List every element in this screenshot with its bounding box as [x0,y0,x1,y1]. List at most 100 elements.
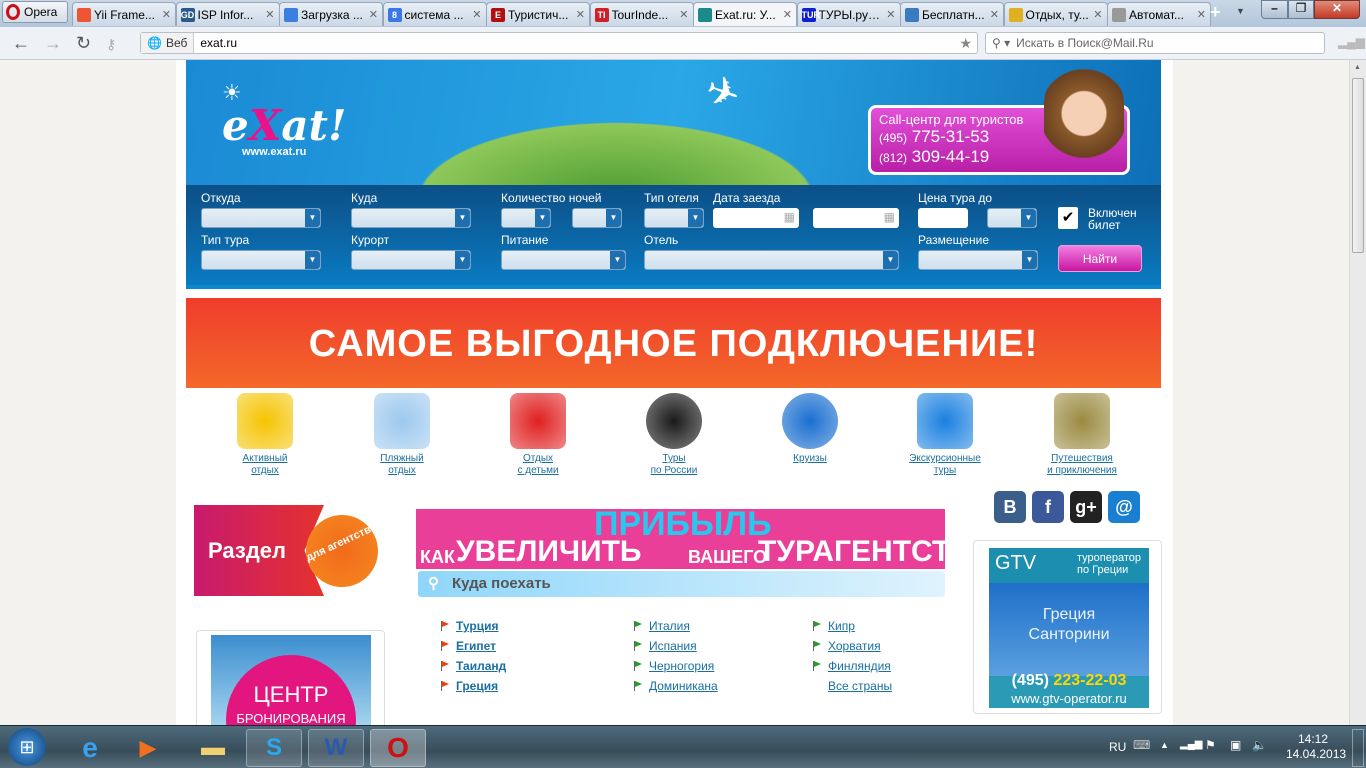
category-link[interactable]: Пляжный отдых [342,453,462,477]
media-player-icon[interactable]: ▶ [120,729,176,767]
hotel-type-select[interactable] [644,208,704,228]
web-badge[interactable]: 🌐 Веб [141,33,195,53]
browser-tab[interactable]: Отдых, ту... ✕ [1003,2,1108,26]
tab-close-icon[interactable]: ✕ [679,8,688,21]
country-link[interactable]: Греция [456,679,498,693]
tab-list-icon[interactable]: ▼ [1236,6,1245,16]
browser-tab[interactable]: 8 система ... ✕ [382,2,487,26]
category-item[interactable]: Отдых с детьми [478,393,598,477]
country-item[interactable]: Греция [441,676,498,696]
tab-close-icon[interactable]: ✕ [1093,8,1102,21]
country-link[interactable]: Испания [649,639,697,653]
browser-tab[interactable]: Загрузка ... ✕ [279,2,383,26]
country-link[interactable]: Доминикана [649,679,718,693]
browser-tab[interactable]: Exat.ru: У... ✕ [693,2,797,26]
explorer-folder-icon[interactable]: ▬ [185,729,241,767]
network-icon[interactable]: ▂▄▆ [1180,739,1202,750]
tab-close-icon[interactable]: ✕ [265,8,274,21]
keyboard-icon[interactable]: ⌨ [1133,738,1150,752]
country-item[interactable]: Все страны [813,676,892,696]
category-item[interactable]: Туры по России [614,393,734,477]
close-window-button[interactable]: ✕ [1314,0,1360,19]
maximize-button[interactable]: ❐ [1288,0,1314,19]
profit-banner[interactable]: КАК УВЕЛИЧИТЬ ПРИБЫЛЬ ВАШЕГО ТУРАГЕНТСТВ… [416,509,945,569]
url-text[interactable]: exat.ru [194,36,959,50]
find-button[interactable]: Найти [1058,245,1142,272]
browser-tab[interactable]: Бесплатн... ✕ [900,2,1004,26]
tab-close-icon[interactable]: ✕ [886,8,895,21]
language-indicator[interactable]: RU [1109,740,1126,754]
word-icon[interactable]: W [308,729,364,767]
category-link[interactable]: Туры по России [614,453,734,477]
tab-close-icon[interactable]: ✕ [576,8,585,21]
accommodation-select[interactable] [918,250,1038,270]
category-link[interactable]: Круизы [750,453,870,465]
volume-icon[interactable]: 🔈 [1252,738,1267,752]
country-item[interactable]: Кипр [813,616,855,636]
category-item[interactable]: Экскурсионные туры [885,393,1005,477]
tab-close-icon[interactable]: ✕ [1197,8,1206,21]
country-item[interactable]: Черногория [634,656,714,676]
category-link[interactable]: Путешествия и приключения [1022,453,1142,477]
price-input[interactable] [918,208,968,228]
search-field[interactable]: ⚲ ▾ Искать в Поиск@Mail.Ru [985,32,1325,54]
country-link[interactable]: Кипр [828,619,855,633]
country-item[interactable]: Египет [441,636,496,656]
country-link[interactable]: Все страны [828,679,892,693]
action-center-icon[interactable]: ⚑ [1205,738,1216,752]
show-desktop-button[interactable] [1352,729,1364,767]
resort-select[interactable] [351,250,471,270]
show-hidden-icons[interactable]: ▲ [1160,740,1169,750]
minimize-button[interactable]: – [1261,0,1288,19]
vk-icon[interactable]: B [994,491,1026,523]
key-icon[interactable]: ⚷ [106,36,116,53]
currency-select[interactable] [987,208,1037,228]
agent-section-banner[interactable]: Раздел для агентств [194,503,390,599]
start-button[interactable]: ⊞ [8,728,46,766]
clock[interactable]: 14:12 14.04.2013 [1286,732,1346,762]
category-link[interactable]: Активный отдых [205,453,325,477]
country-item[interactable]: Испания [634,636,697,656]
tab-close-icon[interactable]: ✕ [783,8,792,21]
booking-center-banner[interactable]: ЦЕНТР БРОНИРОВАНИЯ [196,630,385,730]
date-from-input[interactable]: ▦ [713,208,799,228]
country-item[interactable]: Таиланд [441,656,506,676]
calendar-icon[interactable]: ▦ [784,210,795,224]
facebook-icon[interactable]: f [1032,491,1064,523]
country-link[interactable]: Египет [456,639,496,653]
browser-tab[interactable]: TI TourInde... ✕ [589,2,694,26]
browser-tab[interactable]: TURY ТУРЫ.ру :... ✕ [796,2,901,26]
back-icon[interactable]: ← [12,33,30,54]
country-item[interactable]: Доминикана [634,676,718,696]
country-item[interactable]: Хорватия [813,636,881,656]
country-link[interactable]: Финляндия [828,659,891,673]
browser-tab[interactable]: Автомат... ✕ [1107,2,1211,26]
country-item[interactable]: Италия [634,616,690,636]
address-field[interactable]: 🌐 Веб exat.ru ★ [140,32,978,54]
google-plus-icon[interactable]: g+ [1070,491,1102,523]
internet-explorer-icon[interactable]: e [62,729,118,767]
browser-tab[interactable]: GD ISP Infor... ✕ [175,2,280,26]
tab-close-icon[interactable]: ✕ [369,8,378,21]
meals-select[interactable] [501,250,626,270]
opera-taskbar-icon[interactable]: O [370,729,426,767]
category-link[interactable]: Отдых с детьми [478,453,598,477]
category-item[interactable]: Путешествия и приключения [1022,393,1142,477]
from-select[interactable] [201,208,321,228]
category-item[interactable]: Пляжный отдых [342,393,462,477]
category-item[interactable]: Круизы [750,393,870,465]
tour-type-select[interactable] [201,250,321,270]
country-link[interactable]: Турция [456,619,498,633]
calendar-icon[interactable]: ▦ [884,210,895,224]
vertical-scrollbar[interactable]: ▲ [1349,60,1366,725]
skype-icon[interactable]: S [246,729,302,767]
to-select[interactable] [351,208,471,228]
tab-close-icon[interactable]: ✕ [162,8,171,21]
country-link[interactable]: Черногория [649,659,714,673]
reload-icon[interactable]: ↻ [76,33,91,54]
browser-tab[interactable]: E Туристич... ✕ [486,2,590,26]
country-link[interactable]: Италия [649,619,690,633]
new-tab-icon[interactable]: + [1210,2,1221,23]
gtv-ad[interactable]: GTV туроператор по Греции Греция Санторини… [973,540,1162,714]
category-link[interactable]: Экскурсионные туры [885,453,1005,477]
